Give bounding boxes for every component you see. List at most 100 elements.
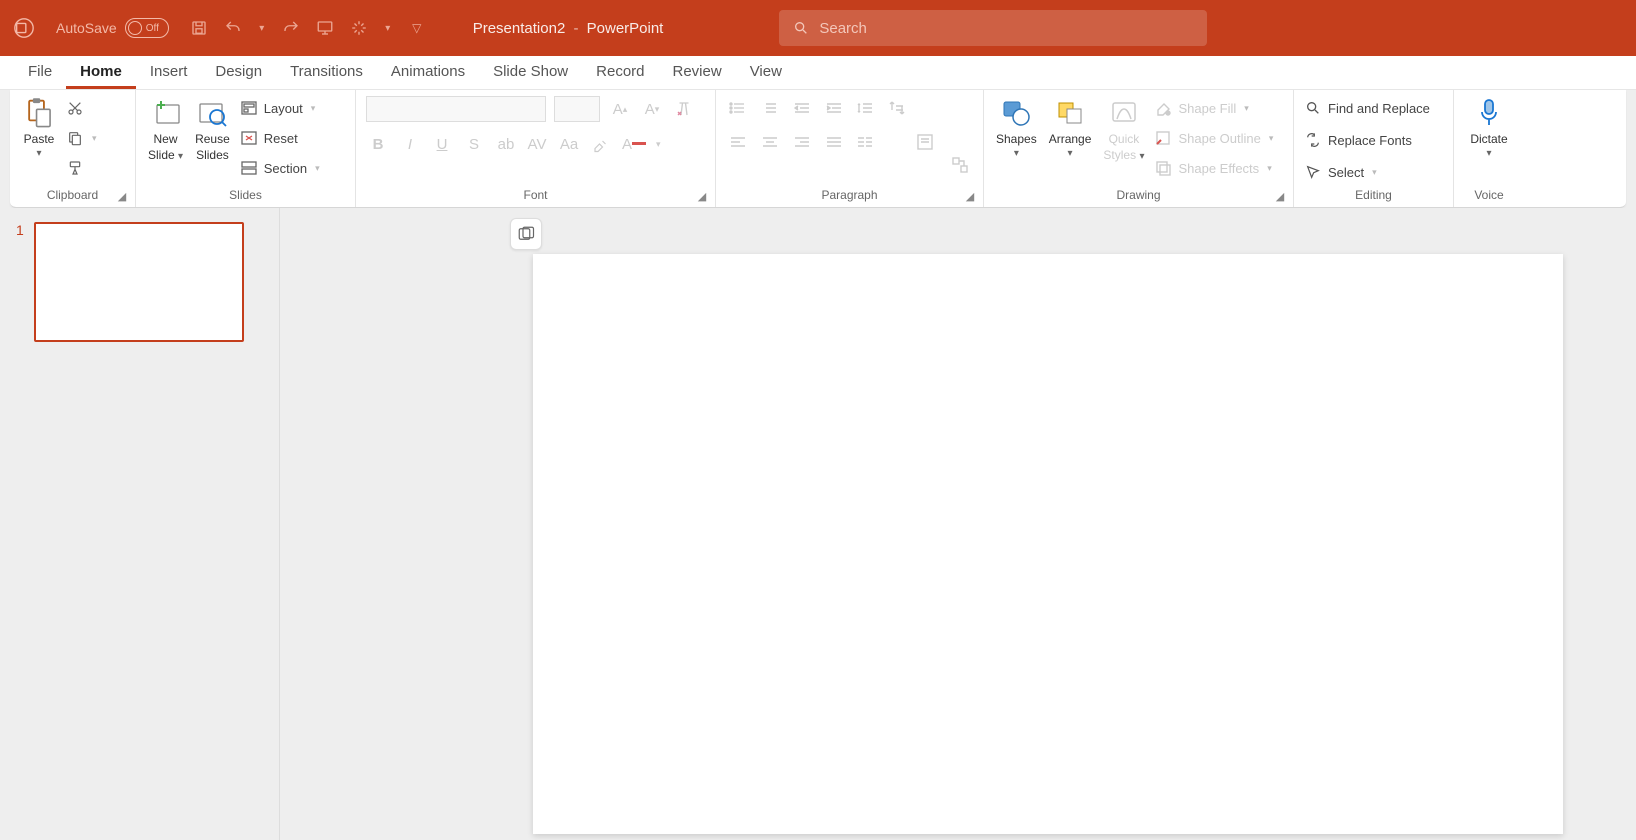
reuse-slides-label-1: Reuse — [195, 132, 230, 146]
chevron-down-icon[interactable]: ▾ — [257, 18, 267, 38]
quick-styles-button[interactable]: Quick Styles ▾ — [1101, 96, 1146, 180]
align-left-icon[interactable] — [726, 130, 750, 154]
chevron-down-icon: ▾ — [1372, 167, 1377, 178]
bold-icon[interactable]: B — [366, 132, 390, 156]
reuse-slides-button[interactable]: Reuse Slides — [193, 96, 232, 180]
new-slide-button[interactable]: New Slide ▾ — [146, 96, 185, 180]
align-text-icon[interactable] — [914, 130, 938, 154]
chevron-down-icon: ▾ — [178, 151, 183, 162]
align-right-icon[interactable] — [790, 130, 814, 154]
justify-icon[interactable] — [822, 130, 846, 154]
microphone-icon — [1472, 96, 1506, 130]
align-center-icon[interactable] — [758, 130, 782, 154]
smartart-convert-icon[interactable] — [949, 153, 973, 177]
shape-effects-icon — [1154, 159, 1172, 177]
tab-view[interactable]: View — [736, 57, 796, 89]
decrease-indent-icon[interactable] — [790, 96, 814, 120]
select-button[interactable]: Select▾ — [1304, 160, 1430, 184]
group-label-editing: Editing — [1304, 186, 1443, 205]
group-paragraph: Paragraph ◢ — [716, 90, 984, 207]
underline-icon[interactable]: U — [430, 132, 454, 156]
undo-icon[interactable] — [223, 18, 243, 38]
shape-fill-button[interactable]: Shape Fill▾ — [1154, 96, 1273, 120]
paste-button[interactable]: Paste ▾ — [20, 96, 58, 180]
increase-font-icon[interactable]: A▴ — [608, 97, 632, 121]
designer-button[interactable] — [510, 218, 542, 250]
character-spacing-icon[interactable]: AV — [526, 132, 550, 156]
arrange-icon — [1053, 96, 1087, 130]
search-input[interactable] — [819, 20, 1193, 37]
replace-fonts-button[interactable]: Replace Fonts — [1304, 128, 1430, 152]
tab-record[interactable]: Record — [582, 57, 658, 89]
paste-icon — [22, 96, 56, 130]
text-direction-icon[interactable] — [886, 96, 910, 120]
new-slide-icon — [149, 96, 183, 130]
save-icon[interactable] — [189, 18, 209, 38]
shape-outline-button[interactable]: Shape Outline▾ — [1154, 126, 1273, 150]
arrange-button[interactable]: Arrange ▾ — [1047, 96, 1094, 180]
tab-insert[interactable]: Insert — [136, 57, 202, 89]
copy-button[interactable]: ▾ — [66, 126, 97, 150]
search-icon — [1304, 99, 1322, 117]
line-spacing-icon[interactable] — [854, 96, 878, 120]
tab-slideshow[interactable]: Slide Show — [479, 57, 582, 89]
highlight-color-icon[interactable] — [590, 132, 614, 156]
slide-number: 1 — [16, 222, 24, 342]
chevron-down-icon[interactable]: ▾ — [656, 139, 661, 150]
reset-icon — [240, 129, 258, 147]
chevron-down-icon: ▾ — [1068, 148, 1073, 159]
autosave-control[interactable]: AutoSave Off — [56, 18, 169, 38]
slide-thumbnail-1[interactable] — [34, 222, 244, 342]
shape-effects-button[interactable]: Shape Effects▾ — [1154, 156, 1273, 180]
slide-canvas[interactable] — [533, 254, 1563, 834]
tab-design[interactable]: Design — [201, 57, 276, 89]
present-from-beginning-icon[interactable] — [315, 18, 335, 38]
reset-button[interactable]: Reset — [240, 126, 320, 150]
text-shadow-icon[interactable]: ab — [494, 132, 518, 156]
redo-icon[interactable] — [281, 18, 301, 38]
dialog-launcher-icon[interactable]: ◢ — [963, 189, 977, 203]
italic-icon[interactable]: I — [398, 132, 422, 156]
tab-file[interactable]: File — [14, 57, 66, 89]
tab-home[interactable]: Home — [66, 57, 136, 89]
reuse-slides-label-2: Slides — [196, 148, 229, 162]
layout-button[interactable]: Layout ▾ — [240, 96, 320, 120]
font-size-input[interactable] — [554, 96, 600, 122]
scissors-icon — [66, 99, 84, 117]
dictate-button[interactable]: Dictate ▾ — [1468, 96, 1509, 159]
strikethrough-icon[interactable]: S — [462, 132, 486, 156]
format-painter-button[interactable] — [66, 156, 97, 180]
sparkle-icon[interactable] — [349, 18, 369, 38]
qat-overflow-icon[interactable]: ▽ — [407, 18, 427, 38]
dialog-launcher-icon[interactable]: ◢ — [115, 189, 129, 203]
columns-icon[interactable] — [854, 130, 878, 154]
change-case-icon[interactable]: Aa — [558, 132, 582, 156]
chevron-down-icon[interactable]: ▾ — [383, 18, 393, 38]
document-title: Presentation2 - PowerPoint — [473, 20, 664, 37]
slide-thumbnails-panel[interactable]: 1 — [0, 208, 280, 840]
shapes-button[interactable]: Shapes ▾ — [994, 96, 1039, 180]
chevron-down-icon: ▾ — [1244, 103, 1249, 114]
dialog-launcher-icon[interactable]: ◢ — [1273, 189, 1287, 203]
autosave-toggle[interactable]: Off — [125, 18, 169, 38]
clear-formatting-icon[interactable] — [672, 97, 696, 121]
search-box[interactable] — [779, 10, 1207, 46]
font-name-input[interactable] — [366, 96, 546, 122]
tab-review[interactable]: Review — [659, 57, 736, 89]
bullets-icon[interactable] — [726, 96, 750, 120]
tab-transitions[interactable]: Transitions — [276, 57, 377, 89]
reuse-slides-icon — [195, 96, 229, 130]
cut-button[interactable] — [66, 96, 97, 120]
layout-label: Layout — [264, 101, 303, 116]
autosave-label: AutoSave — [56, 20, 117, 36]
decrease-font-icon[interactable]: A▾ — [640, 97, 664, 121]
group-slides: New Slide ▾ Reuse Slides Layout ▾ Reset — [136, 90, 356, 207]
font-color-icon[interactable]: A — [622, 132, 646, 156]
tab-animations[interactable]: Animations — [377, 57, 479, 89]
increase-indent-icon[interactable] — [822, 96, 846, 120]
find-replace-button[interactable]: Find and Replace — [1304, 96, 1430, 120]
section-button[interactable]: Section ▾ — [240, 156, 320, 180]
group-voice: Dictate ▾ Voice — [1454, 90, 1524, 207]
dialog-launcher-icon[interactable]: ◢ — [695, 189, 709, 203]
numbering-icon[interactable] — [758, 96, 782, 120]
